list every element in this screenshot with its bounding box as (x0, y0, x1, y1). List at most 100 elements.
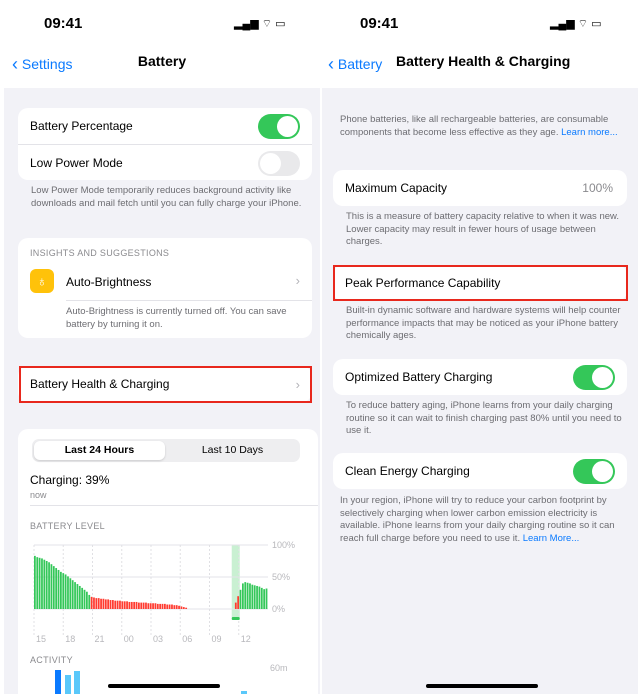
battery-bar (86, 591, 88, 609)
peak-note: Built-in dynamic software and hardware s… (346, 305, 621, 341)
intro-note: Phone batteries, like all rechargeable b… (340, 114, 624, 139)
battery-bar (171, 604, 173, 609)
clean-energy-toggle[interactable] (573, 459, 615, 484)
nav-bar: 09:41 ▂▄▆ ⌔ ▭ ‹ Settings Battery (4, 0, 320, 88)
tab-last-24-hours[interactable]: Last 24 Hours (34, 441, 165, 460)
battery-bar (78, 585, 81, 609)
battery-bar (48, 562, 50, 609)
battery-bar (71, 580, 74, 609)
status-time: 09:41 (44, 15, 83, 32)
battery-bar (168, 604, 171, 609)
home-indicator (426, 684, 538, 688)
page-title: Battery Health & Charging (396, 53, 571, 69)
charging-indicator (231, 617, 240, 620)
battery-bar (173, 605, 176, 609)
battery-bar (175, 605, 178, 609)
battery-bar (180, 606, 183, 609)
optimized-charging-toggle[interactable] (573, 365, 615, 390)
tab-last-10-days[interactable]: Last 10 Days (167, 441, 298, 460)
auto-brightness-label: Auto-Brightness (66, 275, 152, 289)
optimized-charging-row: Optimized Battery Charging (333, 359, 627, 395)
label: Clean Energy Charging (345, 464, 470, 478)
low-power-toggle[interactable] (258, 151, 300, 176)
battery-bar (142, 602, 145, 609)
battery-bar (34, 555, 36, 609)
y-tick-label: 0% (272, 604, 285, 614)
battery-bar (114, 600, 117, 609)
battery-bar (140, 602, 143, 609)
label: Low Power Mode (30, 155, 123, 170)
chevron-right-icon: › (295, 273, 300, 288)
learn-more-link[interactable]: Learn More... (523, 533, 580, 544)
battery-bar (152, 603, 154, 609)
battery-bar (258, 586, 261, 609)
battery-bar (156, 603, 159, 609)
battery-bar (149, 603, 152, 609)
battery-options-card: Battery Percentage Low Power Mode (18, 108, 312, 180)
usage-card: Last 24 Hours Last 10 Days Charging: 39%… (18, 429, 318, 694)
battery-bar (242, 583, 244, 609)
insights-header: INSIGHTS AND SUGGESTIONS (30, 248, 170, 258)
battery-bar (45, 561, 48, 609)
learn-more-link[interactable]: Learn more... (561, 127, 618, 138)
battery-bar (64, 574, 67, 609)
battery-bar (161, 603, 164, 609)
x-tick-label: 06 (182, 634, 192, 644)
battery-bar (260, 587, 263, 609)
battery-bar (50, 564, 53, 609)
low-power-row: Low Power Mode (18, 144, 312, 180)
y-tick-label: 100% (272, 540, 295, 550)
battery-bar (126, 601, 128, 609)
battery-bar (107, 599, 110, 609)
chevron-left-icon: ‹ (328, 54, 334, 74)
activity-axis-label: 60m (270, 663, 288, 673)
highlight-box (333, 265, 628, 301)
battery-bar (102, 598, 105, 609)
battery-bar (249, 583, 251, 609)
x-tick-label: 21 (95, 634, 105, 644)
battery-bar (95, 598, 98, 609)
battery-bar (123, 601, 126, 609)
auto-brightness-note: Auto-Brightness is currently turned off.… (66, 306, 287, 330)
battery-percentage-toggle[interactable] (258, 114, 300, 139)
x-tick-label: 18 (65, 634, 75, 644)
lightbulb-icon: ♁ (30, 269, 54, 293)
battery-bar (130, 601, 133, 609)
battery-bar (76, 584, 79, 609)
battery-bar (234, 602, 237, 609)
low-power-note: Low Power Mode temporarily reduces backg… (31, 185, 302, 209)
battery-bar (237, 596, 240, 609)
battery-bar (90, 596, 93, 609)
battery-bar (164, 603, 166, 609)
x-tick-label: 15 (36, 634, 46, 644)
battery-level-chart: 0% 50% 100% 15 18 21 00 03 06 09 12 (33, 540, 295, 644)
battery-health-screen: 09:41 ▂▄▆ ⌔ ▭ ‹ Battery Battery Health &… (322, 0, 638, 694)
battery-bar (112, 600, 114, 609)
activity-header: ACTIVITY (30, 655, 73, 665)
label: Optimized Battery Charging (345, 370, 493, 384)
battery-bar (104, 599, 107, 609)
status-icons: ▂▄▆ ⌔ ▭ (550, 18, 602, 30)
battery-bar (119, 600, 121, 609)
battery-bar (182, 607, 185, 609)
battery-screen: 09:41 ▂▄▆ ⌔ ▭ ‹ Settings Battery Battery… (4, 0, 320, 694)
battery-bar (178, 605, 180, 609)
activity-bar (74, 671, 80, 694)
max-capacity-note: This is a measure of battery capacity re… (346, 211, 619, 247)
battery-bar (121, 601, 124, 609)
battery-bar (57, 569, 60, 609)
activity-bar (65, 675, 71, 694)
battery-bar (265, 588, 268, 609)
battery-bar (83, 589, 86, 609)
battery-bar (246, 582, 249, 609)
label: Maximum Capacity (345, 181, 448, 195)
optimized-note: To reduce battery aging, iPhone learns f… (346, 400, 622, 436)
auto-brightness-row[interactable]: ♁ Auto-Brightness › (18, 266, 312, 298)
battery-bar (67, 576, 69, 609)
page-title: Battery (137, 53, 187, 69)
battery-bar (244, 582, 247, 609)
x-tick-label: 12 (241, 634, 251, 644)
battery-bar (166, 604, 169, 609)
back-button[interactable]: ‹ Battery (328, 53, 382, 74)
battery-bar (41, 558, 43, 609)
